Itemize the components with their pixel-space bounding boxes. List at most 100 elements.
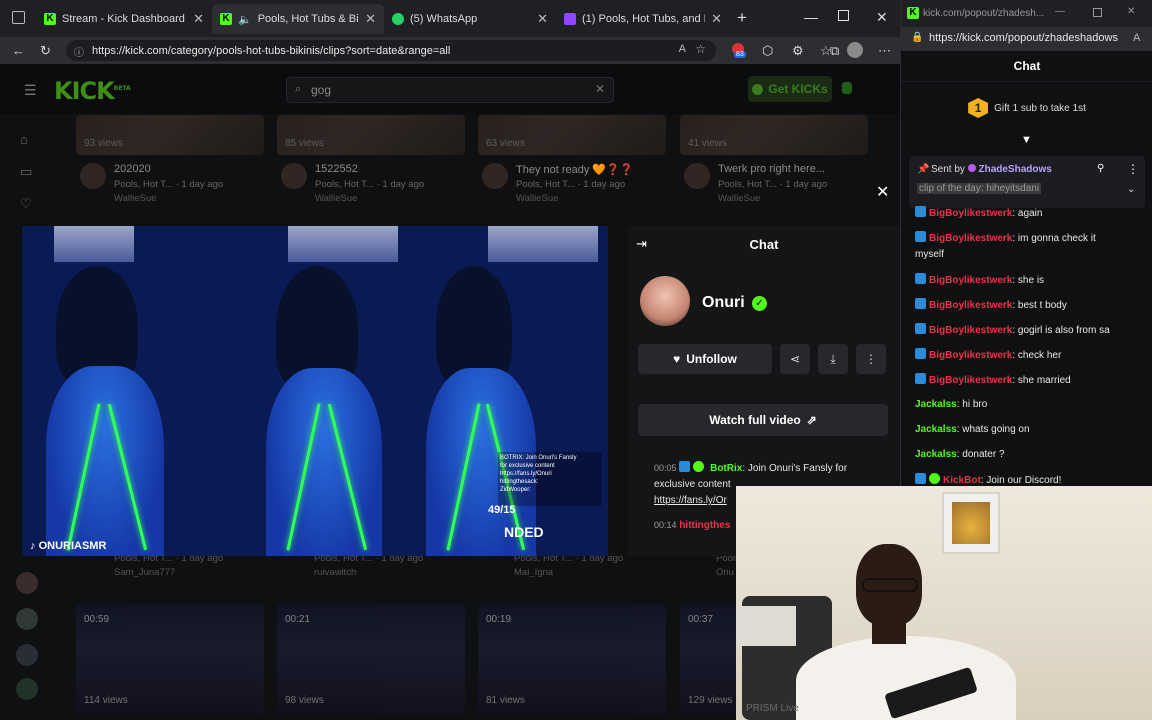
clip-author-avatar[interactable]: [482, 163, 508, 189]
tab-pools-clips[interactable]: K 🔈 Pools, Hot Tubs & Bikini ✕: [212, 4, 384, 34]
popout-url-bar[interactable]: 🔒 https://kick.com/popout/zhadeshadows A: [901, 27, 1152, 51]
back-icon[interactable]: ←: [12, 43, 25, 58]
get-kicks-button[interactable]: Get KICKs: [748, 76, 832, 102]
chat-username[interactable]: BigBoylikestwerk: [929, 233, 1012, 244]
tab-close-icon[interactable]: ✕: [711, 11, 722, 27]
download-button[interactable]: ⤓: [818, 344, 848, 374]
chat-username[interactable]: Jackalss: [915, 424, 957, 435]
chat-username[interactable]: KickBot: [943, 475, 981, 486]
clip-title[interactable]: 1522552: [315, 163, 358, 175]
notification-icon[interactable]: [842, 82, 852, 94]
profile-avatar[interactable]: [847, 42, 863, 58]
minimize-icon[interactable]: —: [1055, 6, 1065, 17]
channel-avatar[interactable]: [16, 678, 38, 700]
clip-thumbnail[interactable]: 00:21 98 views: [277, 604, 465, 714]
channel-avatar[interactable]: [16, 644, 38, 666]
clip-user[interactable]: Mai_Igna: [514, 567, 553, 578]
clip-user[interactable]: ruivawitch: [314, 567, 356, 578]
chat-username[interactable]: Jackalss: [915, 449, 957, 460]
tab-close-icon[interactable]: ✕: [537, 11, 548, 27]
clip-video-player[interactable]: BOTRIX: Join Onuri's Fansly for exclusiv…: [22, 226, 608, 556]
chat-username[interactable]: BigBoylikestwerk: [929, 375, 1012, 386]
channel-avatar[interactable]: [16, 608, 38, 630]
more-vertical-icon[interactable]: ⋮: [1127, 162, 1139, 176]
chat-text: : again: [1012, 208, 1043, 219]
close-modal-icon[interactable]: ✕: [876, 182, 889, 202]
settings-icon[interactable]: ⚙: [792, 43, 804, 59]
url-field[interactable]: ⓘ https://kick.com/category/pools-hot-tu…: [66, 40, 716, 61]
read-aloud-icon[interactable]: A: [1133, 32, 1140, 44]
tab-whatsapp[interactable]: (5) WhatsApp ✕: [384, 4, 556, 34]
clip-thumbnail[interactable]: 00:59 114 views: [76, 604, 264, 714]
gift-sub-banner[interactable]: 1 Gift 1 sub to take 1st: [901, 88, 1152, 128]
menu-icon[interactable]: ☰: [24, 82, 37, 99]
more-menu-icon[interactable]: ⋯: [878, 43, 891, 59]
clip-title[interactable]: 202020: [114, 163, 151, 175]
expand-pinned-icon[interactable]: ▼: [1021, 134, 1032, 146]
chevron-down-icon[interactable]: ⌄: [1127, 184, 1135, 195]
chat-username[interactable]: hittingthes: [679, 520, 730, 531]
home-icon[interactable]: ⌂: [20, 132, 36, 148]
favorite-star-icon[interactable]: ☆: [695, 42, 706, 56]
clip-title[interactable]: They not ready 🧡❓❓: [516, 163, 634, 176]
clip-thumbnail[interactable]: 63 views: [478, 115, 666, 155]
extensions-puzzle-icon[interactable]: ⬡: [762, 43, 773, 59]
tab-close-icon[interactable]: ✕: [365, 11, 376, 27]
tab-actions-icon[interactable]: [12, 11, 25, 24]
chat-username[interactable]: BigBoylikestwerk: [929, 300, 1012, 311]
site-info-icon[interactable]: ⓘ: [74, 44, 84, 59]
webcam-overlay: PRISM Live: [736, 486, 1152, 720]
clip-user[interactable]: WallieSue: [315, 193, 357, 204]
clip-user[interactable]: Sam_Juna777: [114, 567, 175, 578]
chat-username[interactable]: BigBoylikestwerk: [929, 325, 1012, 336]
collections-icon[interactable]: ⧉: [830, 43, 839, 59]
clear-search-icon[interactable]: ✕: [595, 82, 605, 96]
read-aloud-icon[interactable]: A: [679, 43, 686, 55]
chat-username[interactable]: BigBoylikestwerk: [929, 275, 1012, 286]
reload-icon[interactable]: ↻: [40, 43, 51, 59]
clip-author-avatar[interactable]: [281, 163, 307, 189]
maximize-icon[interactable]: [838, 10, 849, 21]
unfollow-button[interactable]: ♥ Unfollow: [638, 344, 772, 374]
chat-username[interactable]: BigBoylikestwerk: [929, 208, 1012, 219]
chat-link[interactable]: https://fans.ly/Or: [654, 495, 727, 506]
browse-icon[interactable]: ▭: [20, 164, 36, 180]
kicks-coin-icon: [752, 83, 764, 95]
share-button[interactable]: ⋖: [780, 344, 810, 374]
kick-logo[interactable]: KICKBETA: [54, 77, 131, 105]
streamer-avatar[interactable]: [640, 276, 690, 326]
clip-thumbnail[interactable]: 93 views: [76, 115, 264, 155]
speaker-icon[interactable]: 🔈: [238, 13, 252, 26]
clip-user[interactable]: WallieSue: [516, 193, 558, 204]
close-window-icon[interactable]: ✕: [876, 9, 888, 26]
channel-avatar[interactable]: [16, 572, 38, 594]
minimize-icon[interactable]: —: [804, 9, 818, 25]
tab-kick-dashboard[interactable]: K Stream - Kick Dashboard ✕: [36, 4, 212, 34]
chat-username[interactable]: BigBoylikestwerk: [929, 350, 1012, 361]
clip-user[interactable]: Onu: [716, 567, 734, 578]
tab-twitch-pools[interactable]: (1) Pools, Hot Tubs, and Beac ✕: [556, 4, 730, 34]
clip-title[interactable]: Twerk pro right here...: [718, 163, 825, 175]
following-heart-icon[interactable]: ♡: [20, 196, 36, 212]
clip-user[interactable]: WallieSue: [114, 193, 156, 204]
tab-close-icon[interactable]: ✕: [193, 11, 204, 27]
pinned-sender-avatar: [967, 164, 976, 172]
video-panel: [222, 226, 416, 556]
chat-username[interactable]: Jackalss: [915, 399, 957, 410]
close-window-icon[interactable]: ✕: [1127, 6, 1135, 17]
pinned-sender[interactable]: ZhadeShadows: [978, 164, 1051, 175]
watch-full-video-button[interactable]: Watch full video ⇗: [638, 404, 888, 436]
clip-author-avatar[interactable]: [684, 163, 710, 189]
search-input[interactable]: ⌕ gog ✕: [286, 77, 614, 103]
streamer-name[interactable]: Onuri: [702, 294, 745, 312]
clip-thumbnail[interactable]: 00:19 81 views: [478, 604, 666, 714]
new-tab-icon[interactable]: +: [737, 8, 747, 28]
chat-username[interactable]: BotRix: [710, 463, 742, 474]
clip-thumbnail[interactable]: 41 views: [680, 115, 868, 155]
maximize-icon[interactable]: [1093, 8, 1102, 17]
unpin-icon[interactable]: ⚲: [1097, 163, 1104, 174]
clip-author-avatar[interactable]: [80, 163, 106, 189]
more-options-button[interactable]: ⋮: [856, 344, 886, 374]
clip-thumbnail[interactable]: 85 views: [277, 115, 465, 155]
clip-user[interactable]: WallieSue: [718, 193, 760, 204]
